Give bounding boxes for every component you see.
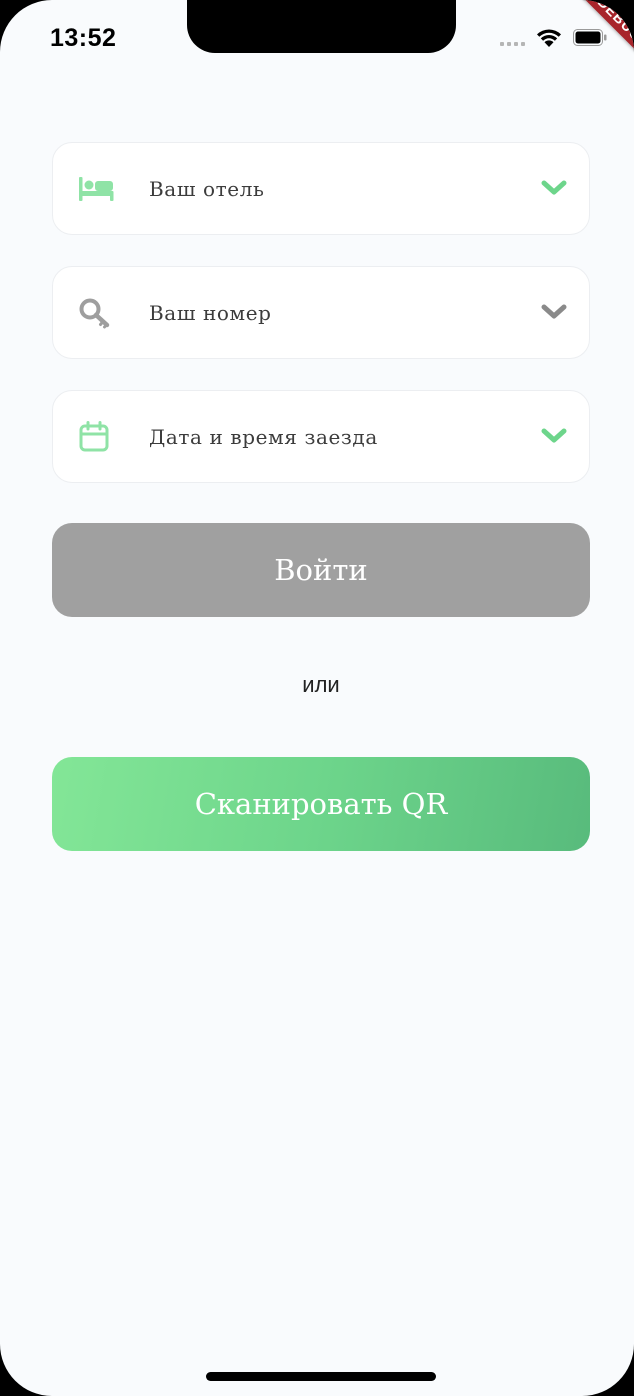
chevron-down-icon	[541, 180, 567, 195]
status-time: 13:52	[50, 24, 117, 52]
hotel-select-label: Ваш отель	[149, 177, 265, 201]
room-select[interactable]: Ваш номер	[52, 266, 590, 359]
chevron-down-icon	[541, 428, 567, 443]
calendar-icon	[79, 421, 109, 452]
bed-icon	[79, 177, 114, 201]
cellular-signal-icon	[500, 42, 525, 46]
battery-icon	[573, 29, 607, 46]
login-button[interactable]: Войти	[52, 523, 590, 617]
app-screen: 13:52 DEBUG Ваш отель Ваш номер Дата и в…	[0, 0, 634, 1396]
home-indicator[interactable]	[206, 1372, 436, 1381]
checkin-datetime-label: Дата и время заезда	[149, 425, 378, 449]
scan-qr-button[interactable]: Сканировать QR	[52, 757, 590, 851]
room-select-label: Ваш номер	[149, 301, 272, 325]
device-notch	[187, 0, 456, 53]
key-icon	[79, 298, 110, 329]
chevron-down-icon	[541, 304, 567, 319]
or-separator: или	[302, 672, 340, 697]
wifi-icon	[537, 29, 561, 47]
hotel-select[interactable]: Ваш отель	[52, 142, 590, 235]
checkin-datetime-select[interactable]: Дата и время заезда	[52, 390, 590, 483]
